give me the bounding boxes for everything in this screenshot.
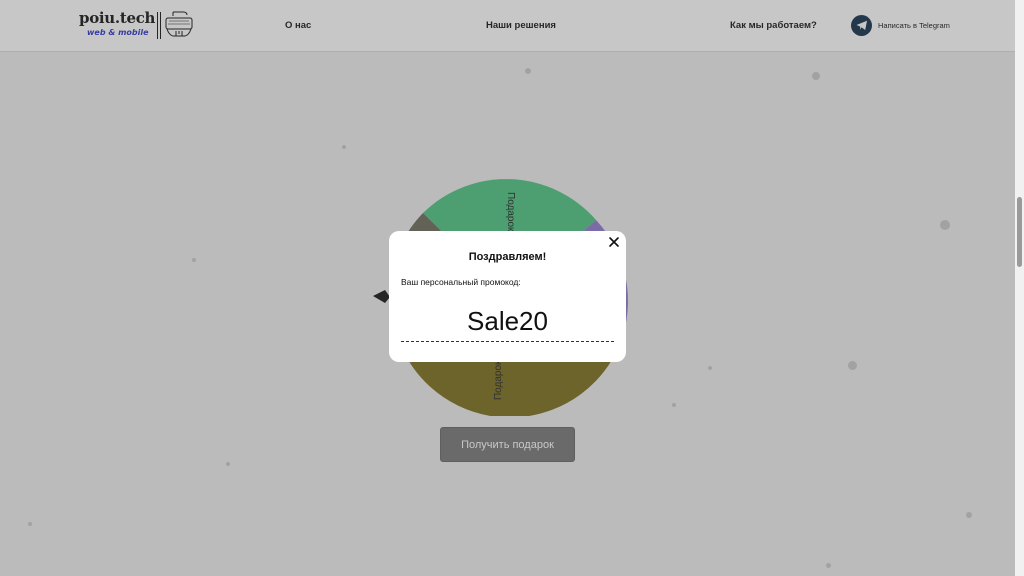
promo-code-label: Ваш персональный промокод: (401, 277, 521, 287)
close-icon[interactable] (608, 235, 620, 247)
promo-modal: Поздравляем! Ваш персональный промокод: (389, 231, 626, 362)
scrollbar-thumb[interactable] (1017, 197, 1022, 267)
promo-code-field[interactable] (401, 302, 614, 342)
modal-title: Поздравляем! (468, 251, 547, 263)
scrollbar-track[interactable] (1015, 0, 1024, 576)
